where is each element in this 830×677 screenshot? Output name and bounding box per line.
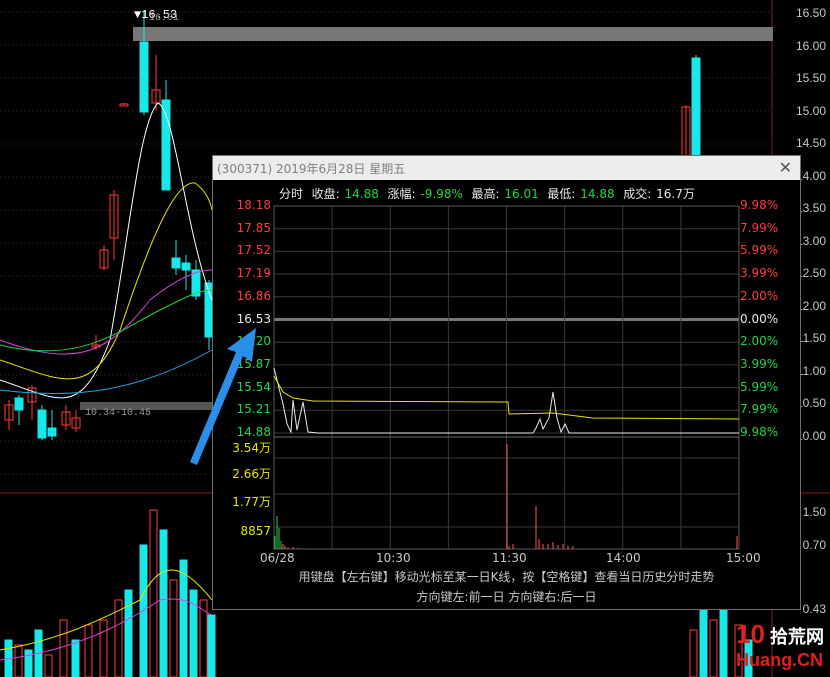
candle-body <box>691 57 701 156</box>
intraday-popup-window[interactable]: (300371) 2019年6月28日 星期五 ✕ 分时 收盘: 14.88 涨… <box>212 155 801 610</box>
percent-label: 5.99% <box>740 243 779 258</box>
percent-label: 0.00% <box>740 311 779 326</box>
volume-bar <box>71 639 80 677</box>
right-axis-price-label: 14.50 <box>795 136 826 150</box>
candle-body <box>161 99 171 191</box>
volume-label: 成交: <box>623 187 652 201</box>
volume-bar <box>149 509 158 677</box>
close-icon[interactable]: ✕ <box>779 158 792 177</box>
hint-line-1: 用键盘【左右键】移动光标至某一日K线，按【空格键】查看当日历史分时走势 <box>298 570 715 584</box>
price-label: 15.54 <box>236 379 271 394</box>
right-axis-volume-label: 0.70 <box>802 538 826 552</box>
volume-bar <box>719 599 728 677</box>
candle-body <box>171 257 181 269</box>
percent-label: 2.00% <box>740 288 779 303</box>
candle-body <box>139 41 149 113</box>
watermark: 10 拾荒网 Huang.CN <box>736 619 824 671</box>
percent-label: 3.99% <box>740 356 779 371</box>
volume-bar <box>14 644 23 677</box>
high-label: 最高: <box>471 187 500 201</box>
low-price-marker: 10.34-10.45 <box>85 408 152 419</box>
volume-bar <box>169 579 178 677</box>
change-label: 涨幅: <box>387 187 416 201</box>
candle-body <box>14 397 24 411</box>
right-axis-price-label: 16.00 <box>795 38 826 53</box>
price-label: 16.86 <box>236 288 271 303</box>
high-price-submarker: 16.01 <box>149 13 180 24</box>
price-label: 17.19 <box>236 266 271 281</box>
info-bar: 分时 收盘: 14.88 涨幅: -9.98% 最高: 16.01 最低: 14… <box>279 185 696 202</box>
right-axis-volume-label: 1.50 <box>802 505 826 519</box>
price-label: 18.18 <box>236 198 271 212</box>
percent-label: 5.99% <box>740 379 779 394</box>
right-axis-volume-label: 0.43 <box>802 602 826 616</box>
hint-line-2: 方向键左:前一日 方向键右:后一日 <box>416 590 597 604</box>
volume-bar <box>709 619 718 677</box>
candle-body <box>37 409 47 439</box>
percent-label: 7.99% <box>740 220 779 235</box>
candle-body <box>181 262 191 271</box>
volume-bar <box>99 619 108 677</box>
volume-label: 8857 <box>240 524 271 538</box>
candle-body <box>47 427 57 437</box>
volume-bar <box>124 589 133 677</box>
right-axis-price-label: 15.00 <box>795 103 826 118</box>
volume-bar <box>159 529 168 677</box>
low-value: 14.88 <box>580 187 615 201</box>
time-label: 06/28 <box>260 551 295 565</box>
percent-label: 9.98% <box>740 425 779 439</box>
high-value: 16.01 <box>504 187 539 201</box>
ma20-line <box>0 269 213 355</box>
percent-label: 3.99% <box>740 266 779 281</box>
volume-bar <box>59 619 68 677</box>
popup-titlebar[interactable]: (300371) 2019年6月28日 星期五 ✕ <box>213 156 800 180</box>
volume-bar <box>84 624 93 677</box>
time-label: 14:00 <box>606 551 641 565</box>
chart-type-label: 分时 <box>279 187 304 201</box>
time-label: 15:00 <box>726 551 761 565</box>
price-label: 17.85 <box>236 220 271 235</box>
volume-label: 2.66万 <box>232 467 271 481</box>
volume-bar <box>44 654 53 677</box>
volume-bar <box>24 649 33 677</box>
price-label: 15.21 <box>236 402 271 417</box>
price-label: 16.53 <box>236 311 271 326</box>
popup-title: (300371) 2019年6月28日 星期五 <box>217 162 406 176</box>
price-label: 14.88 <box>236 425 271 439</box>
time-label: 11:30 <box>492 551 527 565</box>
volume-label: 1.77万 <box>232 495 271 509</box>
percent-label: 2.00% <box>740 334 779 349</box>
change-value: -9.98% <box>420 187 463 201</box>
volume-bar <box>699 609 708 677</box>
volume-label: 3.54万 <box>232 441 271 455</box>
intraday-chart <box>273 205 740 550</box>
watermark-logo: 10 <box>736 619 765 649</box>
percent-label: 9.98% <box>740 198 779 212</box>
highlight-band <box>133 27 773 41</box>
right-axis-price-label: 16.50 <box>795 6 826 20</box>
price-label: 17.52 <box>236 243 271 258</box>
volume-bar <box>689 629 698 677</box>
low-label: 最低: <box>547 187 576 201</box>
volume-bar <box>207 614 216 677</box>
close-label: 收盘: <box>311 187 340 201</box>
price-label: 15.87 <box>236 356 271 371</box>
price-label: 16.20 <box>236 334 271 349</box>
percent-label: 7.99% <box>740 402 779 417</box>
right-axis-price-label: 15.50 <box>795 71 826 85</box>
time-label: 10:30 <box>376 551 411 565</box>
volume-bar <box>179 559 188 677</box>
volume-value: 16.7万 <box>656 187 695 201</box>
close-value: 14.88 <box>344 187 379 201</box>
